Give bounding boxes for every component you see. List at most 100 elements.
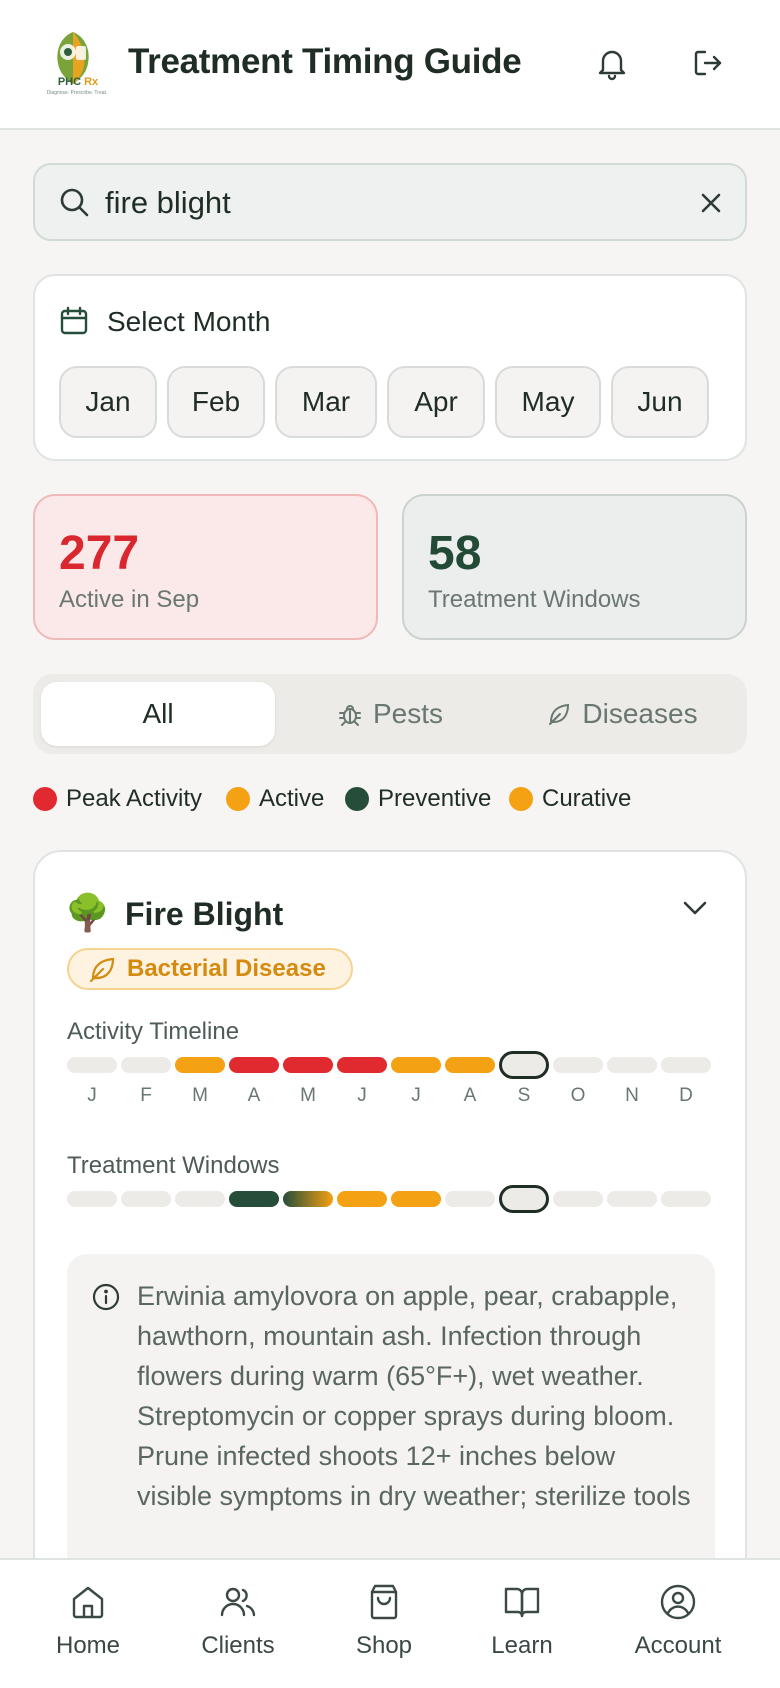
active-count-card: 277 Active in Sep	[33, 494, 378, 640]
legend-item-active: Active	[226, 785, 324, 813]
legend-dot-curative	[509, 787, 533, 811]
legend-item-preventive: Preventive	[345, 785, 491, 813]
active-count: 277	[59, 527, 140, 580]
treatment-windows-label: Treatment Windows	[428, 586, 641, 613]
month-initial-label: N	[625, 1085, 639, 1106]
tab-pests-label: Pests	[372, 698, 444, 729]
search-bar	[33, 163, 747, 241]
activity-segment	[391, 1057, 441, 1073]
logo-tagline: Diagnose. Prescribe. Treat.	[46, 90, 108, 96]
active-count-label: Active in Sep	[59, 586, 200, 613]
activity-timeline-label: Activity Timeline	[67, 1018, 240, 1045]
nav-learn[interactable]: Learn	[452, 1582, 592, 1672]
month-chip-feb[interactable]: Feb	[167, 366, 265, 438]
home-icon	[72, 1586, 104, 1619]
activity-segment	[445, 1057, 495, 1073]
treatment-segment	[67, 1191, 117, 1207]
bottom-nav: Home Clients Shop Learn Account	[0, 1558, 780, 1688]
month-selector: Select Month Jan Feb Mar Apr May Jun	[33, 274, 747, 461]
tab-all-label: All	[142, 698, 174, 729]
legend-item-peak: Peak Activity	[33, 785, 202, 813]
tab-diseases-label: Diseases	[582, 698, 698, 729]
search-icon	[60, 188, 89, 217]
activity-segment	[283, 1057, 333, 1073]
page-title: Treatment Timing Guide	[128, 42, 522, 81]
month-initial-label: O	[570, 1085, 586, 1106]
activity-timeline	[67, 1051, 715, 1079]
activity-segment	[661, 1057, 711, 1073]
month-initial-label: J	[357, 1085, 367, 1106]
legend-label-curative: Curative	[542, 785, 632, 812]
info-icon	[92, 1283, 120, 1311]
category-badge: Bacterial Disease	[67, 948, 353, 990]
month-chip-jan[interactable]: Jan	[59, 366, 157, 438]
treatment-segment	[391, 1191, 441, 1207]
legend-dot-preventive	[345, 787, 369, 811]
filter-tabs: All Pests Diseases	[33, 674, 747, 754]
nav-shop[interactable]: Shop	[314, 1582, 454, 1672]
month-initial-label: F	[140, 1085, 152, 1106]
leaf-icon	[89, 957, 115, 983]
treatment-segment	[661, 1191, 711, 1207]
month-initial-label: M	[300, 1085, 316, 1106]
legend-label-preventive: Preventive	[378, 785, 492, 812]
account-icon	[660, 1584, 696, 1620]
bell-icon[interactable]	[589, 40, 635, 86]
book-icon	[504, 1587, 540, 1618]
activity-segment	[499, 1051, 549, 1079]
legend: Peak Activity Active Preventive Curative	[33, 785, 747, 819]
tab-diseases[interactable]: Diseases	[505, 682, 739, 746]
legend-dot-peak	[33, 787, 57, 811]
chevron-down-icon[interactable]	[677, 890, 713, 926]
nav-account-label: Account	[634, 1632, 722, 1659]
leaf-icon	[549, 703, 570, 725]
calendar-icon	[60, 306, 88, 335]
treatment-segment	[121, 1191, 171, 1207]
activity-segment	[67, 1057, 117, 1073]
nav-home-label: Home	[55, 1632, 121, 1659]
search-input[interactable]	[105, 179, 665, 227]
treatment-windows-card: 58 Treatment Windows	[402, 494, 747, 640]
nav-clients[interactable]: Clients	[168, 1582, 308, 1672]
category-badge-label: Bacterial Disease	[127, 955, 326, 982]
nav-learn-label: Learn	[491, 1632, 553, 1659]
legend-dot-active	[226, 787, 250, 811]
tab-pests[interactable]: Pests	[273, 682, 507, 746]
legend-label-active: Active	[259, 785, 325, 812]
activity-segment	[553, 1057, 603, 1073]
shopping-bag-icon	[370, 1584, 398, 1620]
month-initial-label: S	[517, 1085, 531, 1106]
card-title: Fire Blight	[125, 896, 284, 932]
month-initial-label: D	[679, 1085, 693, 1106]
month-selector-title: Select Month	[107, 306, 271, 337]
nav-clients-label: Clients	[201, 1632, 275, 1659]
treatment-segment	[337, 1191, 387, 1207]
app-header: PHC Rx Diagnose. Prescribe. Treat. Treat…	[0, 0, 780, 130]
treatment-segment	[283, 1191, 333, 1207]
treatment-segment	[607, 1191, 657, 1207]
month-initial-label: J	[87, 1085, 97, 1106]
month-chip-apr[interactable]: Apr	[387, 366, 485, 438]
nav-home[interactable]: Home	[18, 1582, 158, 1672]
tab-all[interactable]: All	[41, 682, 275, 746]
month-chip-mar[interactable]: Mar	[275, 366, 377, 438]
activity-segment	[229, 1057, 279, 1073]
month-initial-label: M	[192, 1085, 208, 1106]
treatment-segment	[553, 1191, 603, 1207]
info-text: Erwinia amylovora on apple, pear, crabap…	[137, 1281, 691, 1511]
close-icon[interactable]	[695, 187, 727, 219]
nav-account[interactable]: Account	[608, 1582, 748, 1672]
activity-segment	[607, 1057, 657, 1073]
treatment-windows-section-label: Treatment Windows	[67, 1152, 280, 1179]
logo-text: PHC Rx	[57, 76, 99, 88]
treatment-segment	[445, 1191, 495, 1207]
month-chip-may[interactable]: May	[495, 366, 601, 438]
logout-icon[interactable]	[685, 40, 731, 86]
bug-icon	[338, 705, 361, 726]
month-chip-jun[interactable]: Jun	[611, 366, 709, 438]
nav-shop-label: Shop	[355, 1632, 413, 1659]
activity-segment	[175, 1057, 225, 1073]
activity-segment	[337, 1057, 387, 1073]
activity-month-labels: JFMAMJJASOND	[67, 1085, 715, 1109]
treatment-segment	[499, 1185, 549, 1213]
